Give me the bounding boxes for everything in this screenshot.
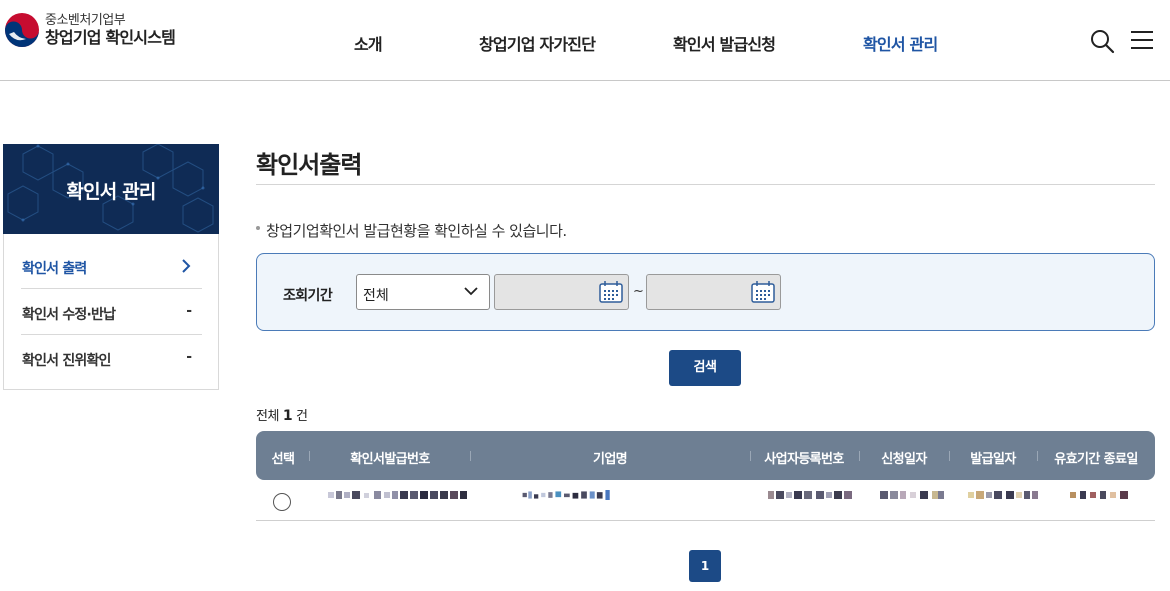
column-separator bbox=[750, 451, 751, 461]
nav-item-self-diagnosis[interactable]: 창업기업 자가진단 bbox=[479, 31, 596, 55]
table-header: 선택 확인서발급번호 기업명 사업자등록번호 신청일자 발급일자 유효기간 종료… bbox=[256, 431, 1155, 480]
date-to-input[interactable] bbox=[646, 274, 781, 310]
search-icon[interactable] bbox=[1089, 28, 1115, 54]
period-label: 조회기간 bbox=[283, 288, 333, 304]
column-header-cert-number: 확인서발급번호 bbox=[350, 452, 430, 467]
sidebar-item-label: 확인서 수정·반납 bbox=[22, 307, 116, 323]
chevron-right-icon bbox=[182, 259, 191, 273]
redacted-expiry-date bbox=[1070, 491, 1128, 499]
sidebar-item-print[interactable]: 확인서 출력 bbox=[21, 243, 202, 289]
menu-icon[interactable] bbox=[1129, 28, 1155, 54]
period-select-value: 전체 bbox=[363, 288, 389, 304]
bullet-icon bbox=[256, 225, 260, 230]
redacted-issue-date bbox=[968, 491, 1038, 499]
column-separator bbox=[470, 451, 471, 461]
search-panel: 조회기간 전체 ~ bbox=[256, 253, 1155, 331]
row-select-radio[interactable] bbox=[273, 493, 291, 511]
title-divider bbox=[256, 184, 1155, 185]
sidebar-item-label: 확인서 진위확인 bbox=[22, 353, 111, 369]
total-prefix: 전체 bbox=[256, 409, 280, 424]
calendar-icon[interactable] bbox=[750, 280, 776, 304]
site-name: 창업기업 확인시스템 bbox=[45, 28, 176, 47]
site-logo[interactable]: 중소벤처기업부 창업기업 확인시스템 bbox=[4, 12, 176, 48]
redacted-company-name bbox=[522, 490, 610, 500]
calendar-icon[interactable] bbox=[598, 280, 624, 304]
pagination-page-button[interactable]: 1 bbox=[689, 550, 721, 582]
column-header-expiry-date: 유효기간 종료일 bbox=[1054, 452, 1138, 467]
total-count: 전체 1 건 bbox=[256, 405, 308, 424]
sidebar-title-banner: 확인서 관리 bbox=[3, 144, 219, 234]
period-select[interactable]: 전체 bbox=[356, 274, 490, 310]
column-separator bbox=[949, 451, 950, 461]
sidebar-item-label: 확인서 출력 bbox=[22, 261, 87, 277]
org-name: 중소벤처기업부 bbox=[45, 13, 126, 28]
sidebar-menu: 확인서 출력 확인서 수정·반납 - 확인서 진위확인 - bbox=[3, 234, 219, 390]
total-suffix: 건 bbox=[295, 409, 308, 424]
column-header-apply-date: 신청일자 bbox=[881, 452, 927, 467]
redacted-cert-number bbox=[328, 491, 467, 499]
date-from-input[interactable] bbox=[494, 274, 629, 310]
collapsed-mark: - bbox=[186, 303, 192, 319]
sidebar-title: 확인서 관리 bbox=[66, 181, 156, 203]
collapsed-mark: - bbox=[186, 349, 192, 365]
redacted-business-number bbox=[768, 491, 852, 499]
table-row[interactable] bbox=[256, 480, 1155, 521]
redacted-apply-date bbox=[880, 491, 944, 499]
chevron-down-icon bbox=[464, 287, 478, 296]
description-text: 창업기업확인서 발급현황을 확인하실 수 있습니다. bbox=[266, 222, 567, 240]
column-header-business-number: 사업자등록번호 bbox=[764, 452, 844, 467]
nav-item-intro[interactable]: 소개 bbox=[354, 31, 383, 55]
column-separator bbox=[1037, 451, 1038, 461]
column-header-select: 선택 bbox=[271, 452, 295, 467]
sidebar-item-modify-return[interactable]: 확인서 수정·반납 - bbox=[21, 289, 202, 335]
column-header-issue-date: 발급일자 bbox=[970, 452, 1016, 467]
site-header: 중소벤처기업부 창업기업 확인시스템 소개 창업기업 자가진단 확인서 발급신청… bbox=[0, 0, 1170, 81]
column-separator bbox=[859, 451, 860, 461]
column-header-company: 기업명 bbox=[592, 452, 628, 467]
nav-item-apply[interactable]: 확인서 발급신청 bbox=[673, 31, 776, 55]
sidebar-item-verify[interactable]: 확인서 진위확인 - bbox=[21, 335, 202, 381]
page-description: 창업기업확인서 발급현황을 확인하실 수 있습니다. bbox=[256, 220, 567, 241]
search-button[interactable]: 검색 bbox=[669, 350, 741, 386]
page-title: 확인서출력 bbox=[256, 151, 362, 179]
total-count-value: 1 bbox=[282, 408, 293, 424]
taegeuk-logo-icon bbox=[5, 13, 39, 47]
nav-item-manage[interactable]: 확인서 관리 bbox=[863, 31, 938, 55]
column-separator bbox=[309, 451, 310, 461]
range-separator: ~ bbox=[633, 284, 644, 299]
